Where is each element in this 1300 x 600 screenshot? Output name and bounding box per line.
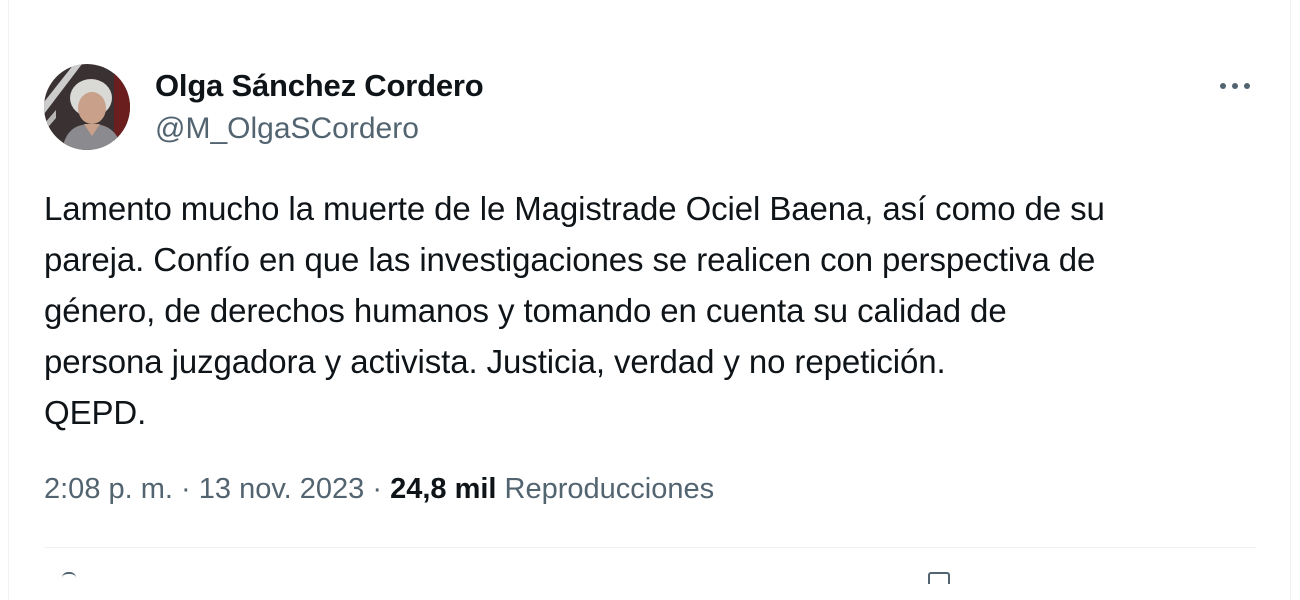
avatar-image bbox=[44, 64, 130, 150]
meta-separator: · bbox=[172, 473, 199, 505]
tweet-date[interactable]: 13 nov. 2023 bbox=[199, 473, 365, 505]
tweet-text-line: pareja. Confío en que las investigacione… bbox=[44, 241, 1096, 278]
views-count: 24,8 mil bbox=[390, 473, 497, 505]
more-options-icon bbox=[1220, 83, 1250, 89]
tweet-text-line: Lamento mucho la muerte de le Magistrade… bbox=[44, 190, 1105, 227]
tweet-text-line: género, de derechos humanos y tomando en… bbox=[44, 292, 1007, 329]
reply-icon[interactable] bbox=[62, 572, 76, 584]
author-name[interactable]: Olga Sánchez Cordero bbox=[155, 68, 484, 104]
tweet-time[interactable]: 2:08 p. m. bbox=[44, 473, 173, 505]
meta-separator: · bbox=[364, 473, 391, 505]
views-label: Reproducciones bbox=[504, 473, 715, 505]
divider bbox=[44, 547, 1256, 548]
bookmark-icon[interactable] bbox=[928, 572, 950, 584]
author-handle[interactable]: @M_OlgaSCordero bbox=[155, 112, 419, 146]
avatar[interactable] bbox=[44, 64, 130, 150]
tweet-meta: 2:08 p. m. · 13 nov. 2023 · 24,8 mil Rep… bbox=[44, 473, 714, 506]
tweet-text: Lamento mucho la muerte de le Magistrade… bbox=[44, 183, 1259, 438]
more-options-button[interactable] bbox=[1212, 70, 1258, 102]
tweet-text-line: QEPD. bbox=[44, 394, 147, 431]
tweet-text-line: persona juzgadora y activista. Justicia,… bbox=[44, 343, 946, 380]
